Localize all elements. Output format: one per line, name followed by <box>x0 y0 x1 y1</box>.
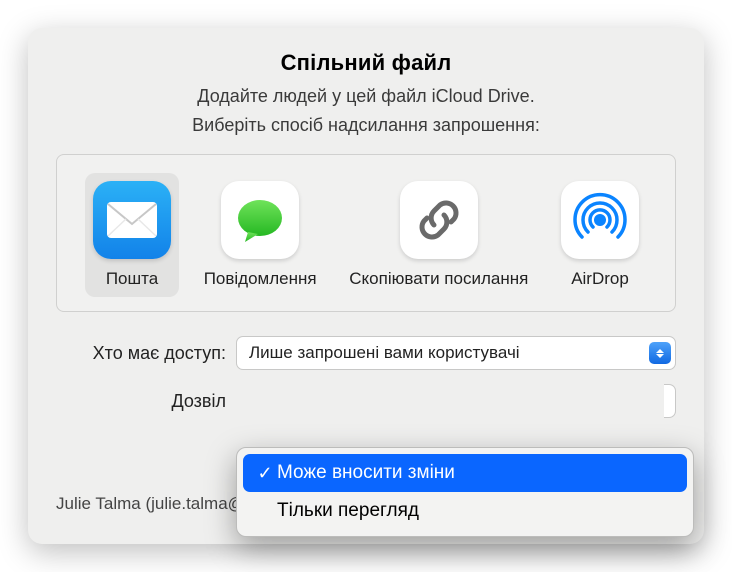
mail-icon <box>93 181 171 259</box>
share-option-messages[interactable]: Повідомлення <box>196 173 325 297</box>
checkmark-icon: ✓ <box>253 463 277 484</box>
dialog-title: Спільний файл <box>28 50 704 76</box>
share-option-label: Скопіювати посилання <box>349 269 528 289</box>
share-file-dialog: Спільний файл Додайте людей у цей файл i… <box>28 28 704 544</box>
share-option-airdrop[interactable]: AirDrop <box>553 173 647 297</box>
menu-item-label: Може вносити зміни <box>277 462 455 484</box>
access-label: Хто має доступ: <box>56 343 236 364</box>
access-popup[interactable]: Лише запрошені вами користувачі <box>236 336 676 370</box>
permission-popup-edge <box>664 384 676 418</box>
dialog-subtitle: Додайте людей у цей файл iCloud Drive. <box>28 86 704 107</box>
airdrop-icon <box>561 181 639 259</box>
permission-option-edit[interactable]: ✓ Може вносити зміни <box>243 454 687 492</box>
access-row: Хто має доступ: Лише запрошені вами кори… <box>56 336 676 370</box>
share-option-label: Повідомлення <box>204 269 317 289</box>
menu-item-label: Тільки перегляд <box>277 500 419 522</box>
share-option-label: AirDrop <box>571 269 629 289</box>
form-rows: Хто має доступ: Лише запрошені вами кори… <box>56 336 676 418</box>
share-method-group: Пошта Повідомлення <box>56 154 676 312</box>
permission-label: Дозвіл <box>56 391 236 412</box>
dialog-header: Спільний файл Додайте людей у цей файл i… <box>28 50 704 136</box>
permission-option-view[interactable]: Тільки перегляд <box>243 492 687 530</box>
permission-row: Дозвіл <box>56 384 676 418</box>
access-value: Лише запрошені вами користувачі <box>249 343 520 363</box>
share-option-label: Пошта <box>106 269 158 289</box>
share-option-copy-link[interactable]: Скопіювати посилання <box>341 173 536 297</box>
share-option-mail[interactable]: Пошта <box>85 173 179 297</box>
messages-icon <box>221 181 299 259</box>
invite-instruction: Виберіть спосіб надсилання запрошення: <box>28 115 704 136</box>
permission-dropdown: ✓ Може вносити зміни Тільки перегляд <box>236 447 694 537</box>
popup-caret-icon <box>649 342 671 364</box>
link-icon <box>400 181 478 259</box>
